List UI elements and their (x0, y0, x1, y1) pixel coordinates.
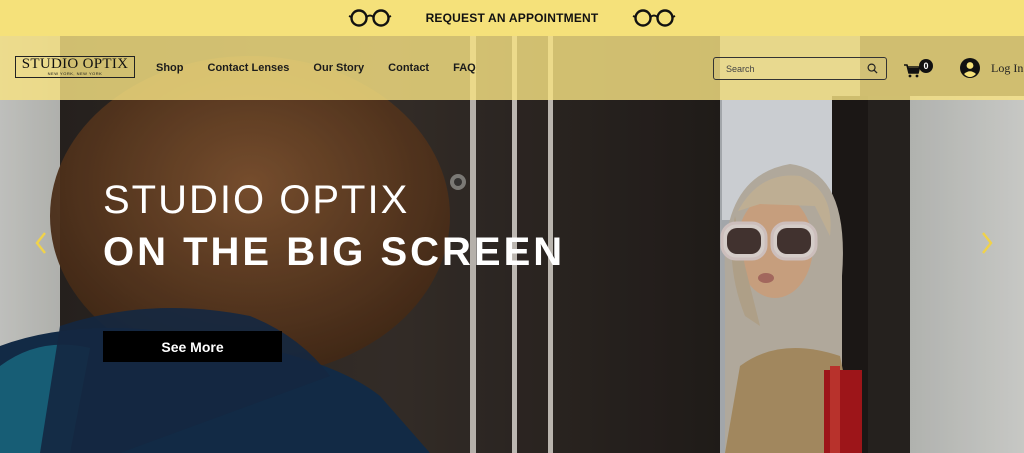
hero-headline: STUDIO OPTIX ON THE BIG SCREEN (103, 180, 565, 274)
site-header: STUDIO OPTIX NEW YORK, NEW YORK Shop Con… (0, 36, 1024, 100)
hero-headline-line1: STUDIO OPTIX (103, 178, 410, 222)
hero-headline-line2: ON THE BIG SCREEN (103, 230, 566, 274)
nav-item-contact-lenses[interactable]: Contact Lenses (208, 62, 290, 74)
login-label: Log In (991, 60, 1024, 75)
main-nav: Shop Contact Lenses Our Story Contact FA… (156, 62, 500, 74)
logo-text: STUDIO OPTIX (21, 56, 129, 72)
search-input[interactable] (726, 63, 867, 74)
glasses-icon (348, 9, 391, 27)
cart-count-badge: 0 (919, 59, 933, 73)
login-button[interactable]: Log In (960, 58, 1023, 78)
site-logo[interactable]: STUDIO OPTIX NEW YORK, NEW YORK (15, 56, 135, 78)
cart-button[interactable]: 0 (903, 57, 935, 81)
request-appointment-link[interactable]: REQUEST AN APPOINTMENT (426, 11, 599, 25)
nav-item-faq[interactable]: FAQ (453, 62, 476, 74)
nav-item-our-story[interactable]: Our Story (313, 62, 364, 74)
search-box (713, 57, 887, 80)
logo-subtext: NEW YORK, NEW YORK (47, 71, 103, 76)
nav-item-shop[interactable]: Shop (156, 62, 184, 74)
avatar-icon (960, 58, 980, 78)
chevron-right-icon (982, 232, 993, 254)
see-more-button[interactable]: See More (103, 331, 282, 362)
nav-item-contact[interactable]: Contact (388, 62, 429, 74)
announcement-bar: REQUEST AN APPOINTMENT (0, 0, 1024, 36)
search-icon[interactable] (867, 63, 878, 74)
slider-next-button[interactable] (980, 231, 994, 255)
glasses-icon (633, 9, 676, 27)
slider-prev-button[interactable] (34, 231, 48, 255)
chevron-left-icon (35, 232, 46, 254)
